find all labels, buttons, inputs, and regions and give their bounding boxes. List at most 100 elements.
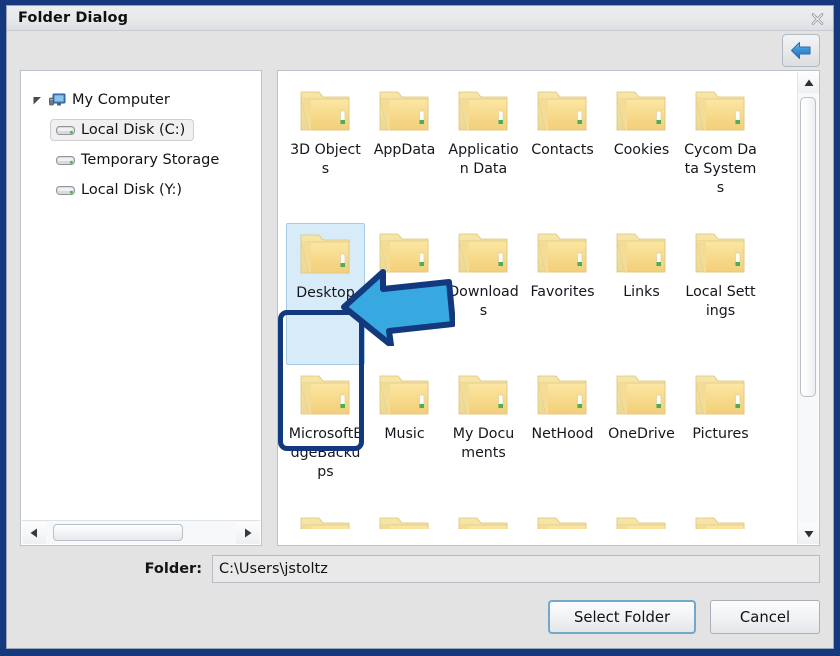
folder-item-label: OneDrive <box>608 426 675 442</box>
tree-item-temporary-storage[interactable]: Temporary Storage <box>21 145 261 175</box>
left-triangle-glyph <box>30 528 37 537</box>
back-button[interactable] <box>782 34 820 67</box>
close-icon[interactable] <box>808 10 826 27</box>
tree-item-local-disk-c[interactable]: Local Disk (C:) <box>21 115 261 145</box>
folder-tree: My Computer Local Disk (C:) Temporary St… <box>21 71 261 520</box>
folder-item[interactable]: Pictures <box>681 365 760 507</box>
folder-item[interactable]: Application Data <box>444 81 523 223</box>
up-triangle-glyph <box>804 79 813 86</box>
folder-item-partial[interactable] <box>286 507 365 529</box>
computer-glyph <box>49 93 66 105</box>
folder-icon <box>615 233 665 273</box>
folder-item-label: Contacts <box>531 142 594 158</box>
folder-item-label: 3D Objects <box>290 142 361 177</box>
select-folder-button[interactable]: Select Folder <box>548 600 696 634</box>
folder-icon <box>457 233 507 273</box>
folder-item[interactable]: Music <box>365 365 444 507</box>
folder-icon <box>457 91 507 131</box>
folder-item[interactable]: My Documents <box>444 365 523 507</box>
folder-item-label: MicrosoftEdgeBackups <box>288 426 363 480</box>
scroll-down-icon[interactable] <box>798 523 819 544</box>
scroll-left-icon[interactable] <box>22 521 46 544</box>
folder-item[interactable]: MicrosoftEdgeBackups <box>286 365 365 507</box>
right-triangle-glyph <box>245 528 252 537</box>
tree-item-selection: Temporary Storage <box>50 149 228 171</box>
tree-item-selection: Local Disk (C:) <box>50 119 195 141</box>
folder-item-partial[interactable] <box>681 507 760 529</box>
folder-item[interactable]: Documents <box>365 223 444 365</box>
folder-item[interactable]: Favorites <box>523 223 602 365</box>
folder-item-label: Cycom Data Systems <box>684 142 757 196</box>
folder-item[interactable]: 3D Objects <box>286 81 365 223</box>
folder-icon <box>299 91 349 131</box>
drive-icon <box>56 154 75 167</box>
folder-list-panel: 3D Objects AppData Application Data Contact… <box>277 70 820 546</box>
folder-icon <box>378 233 428 273</box>
folder-item-label: Desktop <box>296 285 355 301</box>
folder-icon <box>536 91 586 131</box>
folder-icon <box>694 517 744 529</box>
tree-item-label: Temporary Storage <box>81 152 220 168</box>
drive-glyph <box>56 125 75 135</box>
folder-item-label: Downloads <box>448 284 519 319</box>
tree-horizontal-scrollbar[interactable] <box>22 520 260 544</box>
folder-item-partial[interactable] <box>365 507 444 529</box>
down-triangle-glyph <box>804 530 813 537</box>
folder-icon <box>536 517 586 529</box>
folder-item-label: Links <box>623 284 660 300</box>
tree-item-label: Local Disk (C:) <box>81 122 186 138</box>
folder-item[interactable]: Cycom Data Systems <box>681 81 760 223</box>
drive-glyph <box>56 155 75 165</box>
folder-item-label: Local Settings <box>685 284 756 319</box>
folder-icon <box>299 517 349 529</box>
window-inner: Folder Dialog My Computer Local Disk (C:… <box>6 5 834 649</box>
folder-item[interactable]: Links <box>602 223 681 365</box>
tree-item-local-disk-y[interactable]: Local Disk (Y:) <box>21 175 261 205</box>
tree-scrollbar-thumb[interactable] <box>53 524 183 541</box>
list-scrollbar-thumb[interactable] <box>800 97 816 397</box>
tree-root-label: My Computer <box>72 92 170 108</box>
folder-item[interactable]: OneDrive <box>602 365 681 507</box>
scroll-up-icon[interactable] <box>798 72 819 93</box>
folder-grid: 3D Objects AppData Application Data Contact… <box>278 71 797 545</box>
folder-icon <box>299 375 349 415</box>
folder-item[interactable]: Downloads <box>444 223 523 365</box>
toolbar <box>7 31 833 70</box>
folder-item-selected[interactable]: Desktop <box>286 223 365 365</box>
folder-icon <box>694 375 744 415</box>
folder-icon <box>457 375 507 415</box>
folder-path-row: Folder: C:\Users\jstoltz <box>7 546 833 592</box>
list-vertical-scrollbar[interactable] <box>797 72 819 544</box>
drive-glyph <box>56 185 75 195</box>
tree-root-my-computer[interactable]: My Computer <box>21 85 261 115</box>
folder-icon <box>615 375 665 415</box>
expanded-triangle-icon[interactable] <box>29 92 45 108</box>
folder-tree-panel: My Computer Local Disk (C:) Temporary St… <box>20 70 262 546</box>
folder-item-label: Music <box>384 426 425 442</box>
folder-icon <box>694 91 744 131</box>
folder-item-partial[interactable] <box>444 507 523 529</box>
window-title: Folder Dialog <box>18 10 129 26</box>
folder-item-label: My Documents <box>452 426 515 461</box>
folder-item[interactable]: NetHood <box>523 365 602 507</box>
folder-item[interactable]: AppData <box>365 81 444 223</box>
folder-icon <box>378 91 428 131</box>
folder-item[interactable]: Local Settings <box>681 223 760 365</box>
folder-path-input[interactable]: C:\Users\jstoltz <box>212 555 820 583</box>
folder-item-label: NetHood <box>531 426 594 442</box>
folder-icon <box>615 91 665 131</box>
dialog-body: My Computer Local Disk (C:) Temporary St… <box>7 70 833 546</box>
cancel-button[interactable]: Cancel <box>710 600 820 634</box>
drive-icon <box>56 184 75 197</box>
dialog-button-row: Select Folder Cancel <box>7 592 833 648</box>
folder-item-partial[interactable] <box>523 507 602 529</box>
folder-icon <box>299 234 349 274</box>
scroll-right-icon[interactable] <box>236 521 260 544</box>
folder-item[interactable]: Cookies <box>602 81 681 223</box>
folder-item-label: Application Data <box>448 142 519 177</box>
drive-icon <box>56 124 75 137</box>
folder-item[interactable]: Contacts <box>523 81 602 223</box>
folder-label: Folder: <box>144 561 202 577</box>
folder-item-partial[interactable] <box>602 507 681 529</box>
folder-icon <box>378 375 428 415</box>
